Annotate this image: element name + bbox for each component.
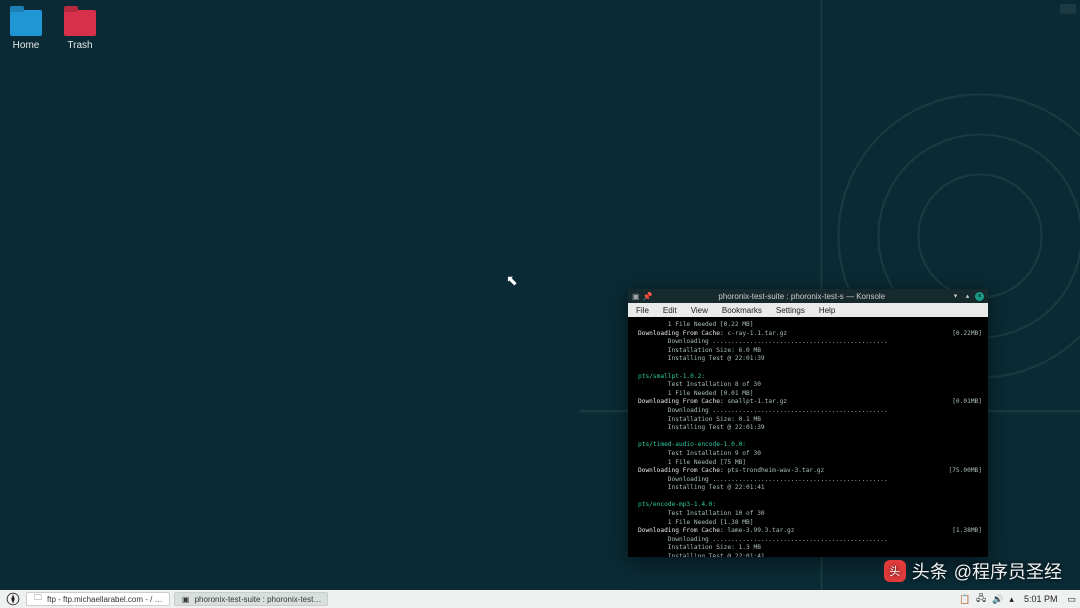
menu-settings[interactable]: Settings: [776, 306, 805, 315]
tray-expand-icon[interactable]: ▴: [1009, 594, 1014, 605]
menu-view[interactable]: View: [691, 306, 708, 315]
desktop-icons-area: Home Trash: [10, 10, 96, 51]
term-blank: [638, 364, 982, 373]
watermark-text: @程序员圣经: [954, 558, 1062, 584]
titlebar[interactable]: ▣ 📌 phoronix-test-suite : phoronix-test-…: [628, 289, 988, 303]
taskbar-item-dolphin[interactable]: 🗀 ftp - ftp.michaellarabel.com - / …: [26, 592, 170, 606]
term-line: 1 File Needed [75 MB]: [638, 459, 982, 468]
trash-icon: [64, 10, 96, 36]
term-line: Installation Size: 6.0 MB: [638, 347, 982, 356]
icon-label: Trash: [67, 40, 92, 51]
term-line: Installing Test @ 22:01:41: [638, 553, 982, 557]
menu-bookmarks[interactable]: Bookmarks: [722, 306, 762, 315]
konsole-window[interactable]: ▣ 📌 phoronix-test-suite : phoronix-test-…: [628, 289, 988, 557]
taskbar: 🗀 ftp - ftp.michaellarabel.com - / … ▣ p…: [0, 590, 1080, 608]
menu-help[interactable]: Help: [819, 306, 835, 315]
term-line: Downloading From Cache: pts-trondheim-wa…: [638, 467, 982, 476]
term-line: Installing Test @ 22:01:41: [638, 484, 982, 493]
show-desktop-icon[interactable]: ▭: [1067, 594, 1076, 605]
term-line: Installing Test @ 22:01:39: [638, 424, 982, 433]
term-header: pts/smallpt-1.0.2:: [638, 373, 982, 382]
app-icon: ▣: [632, 292, 640, 301]
desktop-icon-trash[interactable]: Trash: [64, 10, 96, 51]
term-blank: [638, 493, 982, 502]
watermark-prefix: 头条: [912, 558, 948, 584]
taskbar-item-konsole[interactable]: ▣ phoronix-test-suite : phoronix-test…: [174, 592, 329, 606]
window-title: phoronix-test-suite : phoronix-test-s — …: [657, 292, 947, 301]
desktop-widget-handle[interactable]: [1060, 4, 1076, 14]
term-line: Downloading ............................…: [638, 536, 982, 545]
volume-tray-icon[interactable]: 🔊: [992, 594, 1003, 605]
term-line: Downloading ............................…: [638, 407, 982, 416]
term-line: 1 File Needed [0.01 MB]: [638, 390, 982, 399]
minimize-button[interactable]: ▾: [951, 292, 960, 301]
watermark-logo-icon: 头: [884, 560, 906, 582]
term-line: Test Installation 9 of 30: [638, 450, 982, 459]
taskbar-clock[interactable]: 5:01 PM: [1020, 594, 1062, 604]
term-line: Test Installation 10 of 30: [638, 510, 982, 519]
menu-edit[interactable]: Edit: [663, 306, 677, 315]
start-logo-icon: [6, 592, 20, 606]
term-line: 1 File Needed [0.22 MB]: [638, 321, 982, 330]
term-header: pts/encode-mp3-1.4.0:: [638, 501, 982, 510]
term-header: pts/timed-audio-encode-1.0.0:: [638, 441, 982, 450]
menubar: File Edit View Bookmarks Settings Help: [628, 303, 988, 317]
term-line: 1 File Needed [1.38 MB]: [638, 519, 982, 528]
term-line: Downloading From Cache: c-ray-1.1.tar.gz…: [638, 330, 982, 339]
term-line: Downloading From Cache: lame-3.99.3.tar.…: [638, 527, 982, 536]
clipboard-tray-icon[interactable]: 📋: [959, 594, 970, 605]
desktop-icon-home[interactable]: Home: [10, 10, 42, 51]
file-manager-icon: 🗀: [33, 594, 43, 604]
term-line: Downloading ............................…: [638, 338, 982, 347]
term-line: Test Installation 8 of 30: [638, 381, 982, 390]
titlebar-left-icons: ▣ 📌: [632, 292, 653, 301]
term-blank: [638, 433, 982, 442]
folder-icon: [10, 10, 42, 36]
terminal-output[interactable]: 1 File Needed [0.22 MB] Downloading From…: [628, 317, 988, 557]
terminal-icon: ▣: [181, 594, 191, 604]
watermark-overlay: 头 头条 @程序员圣经: [884, 558, 1062, 584]
window-controls: ▾ ▴ ×: [951, 292, 984, 301]
term-line: Downloading From Cache: smallpt-1.tar.gz…: [638, 398, 982, 407]
network-tray-icon[interactable]: 🖧: [976, 591, 986, 607]
menu-file[interactable]: File: [636, 306, 649, 315]
term-line: Installation Size: 1.3 MB: [638, 544, 982, 553]
close-button[interactable]: ×: [975, 292, 984, 301]
task-label: ftp - ftp.michaellarabel.com - / …: [47, 595, 163, 604]
system-tray: 📋 🖧 🔊 ▴ 5:01 PM ▭: [959, 591, 1076, 607]
icon-label: Home: [13, 40, 40, 51]
term-line: Installation Size: 0.1 MB: [638, 416, 982, 425]
start-menu-button[interactable]: [4, 591, 22, 607]
term-line: Downloading ............................…: [638, 476, 982, 485]
task-label: phoronix-test-suite : phoronix-test…: [195, 595, 322, 604]
cursor-icon: ⬉: [506, 272, 518, 289]
term-line: Installing Test @ 22:01:39: [638, 355, 982, 364]
maximize-button[interactable]: ▴: [963, 292, 972, 301]
pin-icon[interactable]: 📌: [643, 292, 653, 301]
